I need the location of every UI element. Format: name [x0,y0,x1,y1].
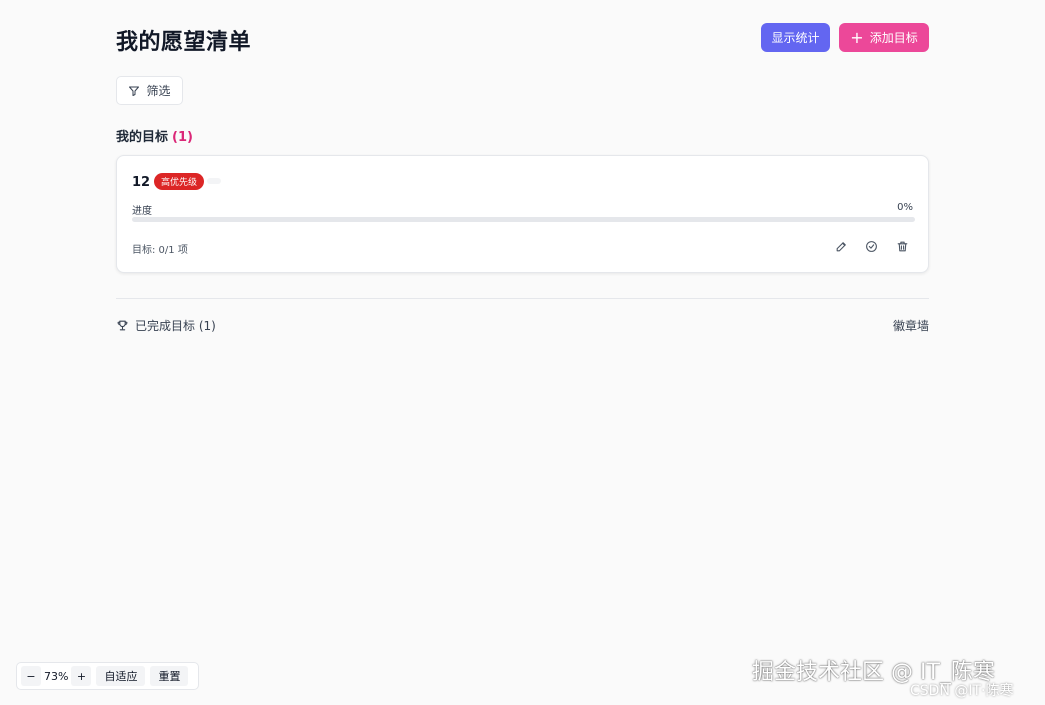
add-goal-button[interactable]: + 添加目标 [839,23,929,52]
delete-icon [897,241,907,251]
progress-value: 0% [897,202,913,213]
category-tag [207,178,221,184]
zoom-level: 73% [44,669,69,683]
goal-name: 12 [132,175,151,190]
plus-icon: + [850,27,864,47]
complete-icon [865,240,877,252]
zoom-fit-button[interactable]: 自适应 [96,666,146,686]
priority-badge: 高优先级 [154,173,205,190]
goal-card[interactable]: 12 高优先级 进度 0% 目标: 0/1 项 [116,155,929,273]
filter-button[interactable]: 筛选 [116,76,183,105]
my-goals-count: (1) [172,130,193,145]
edit-icon [836,241,846,251]
edit-goal-button[interactable] [833,238,849,254]
delete-goal-button[interactable] [894,238,910,254]
progress-label: 进度 [132,206,152,217]
zoom-in-button[interactable]: + [71,666,92,686]
show-stats-button[interactable]: 显示统计 [761,23,830,52]
goal-items-count: 目标: 0/1 项 [132,245,188,256]
zoom-reset-button[interactable]: 重置 [150,666,189,686]
completed-goals-toggle[interactable]: 已完成目标 (1) [116,317,216,334]
add-goal-label: 添加目标 [869,31,918,45]
zoom-control: − 73% + 自适应 重置 [16,662,199,690]
page-title: 我的愿望清单 [116,30,252,55]
progress-bar [132,217,915,222]
section-divider [116,298,929,299]
app-page: 我的愿望清单 显示统计 + 添加目标 筛选 我的目标 (1) 12 高优先级 进度… [0,0,1045,705]
filter-icon [129,86,140,96]
badge-wall-link[interactable]: 徽章墙 [893,317,929,334]
trophy-icon [117,320,128,331]
complete-goal-button[interactable] [863,238,879,254]
watermark-sub: CSDN @IT·陈寒 [910,683,1014,699]
my-goals-heading: 我的目标 (1) [116,126,193,145]
my-goals-title: 我的目标 [116,130,169,145]
completed-goals-label: 已完成目标 (1) [135,319,216,333]
zoom-out-button[interactable]: − [21,666,41,686]
filter-label: 筛选 [146,84,171,98]
